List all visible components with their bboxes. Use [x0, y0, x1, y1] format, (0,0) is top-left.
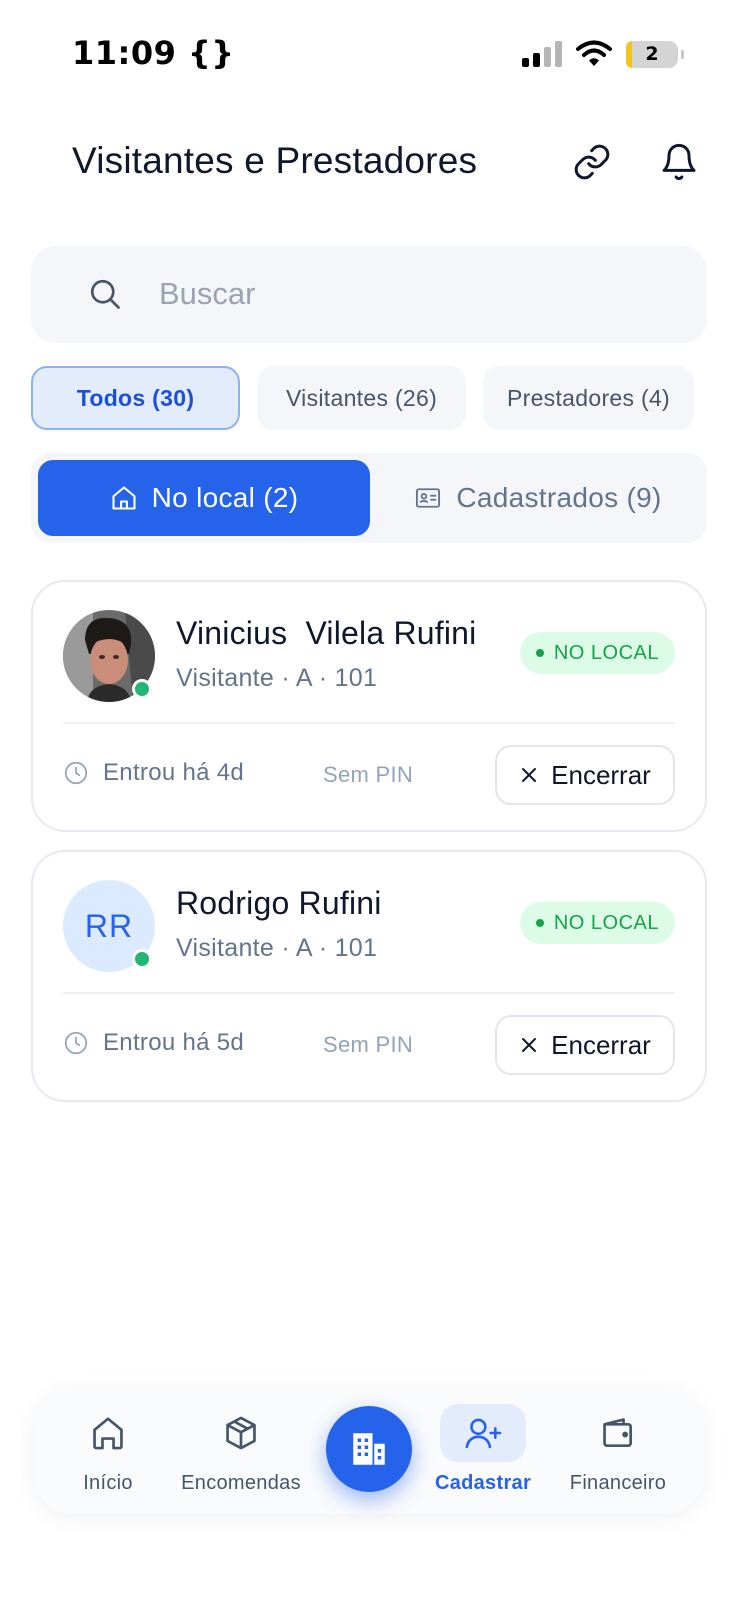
- visitor-card[interactable]: Vinicius Vilela Rufini Visitante · A · 1…: [31, 580, 707, 832]
- bell-icon[interactable]: [659, 142, 699, 182]
- clock-icon: [64, 1031, 88, 1055]
- person-subtitle: Visitante · A · 101: [176, 934, 378, 962]
- nav-label: Início: [83, 1472, 133, 1494]
- divider: [63, 722, 675, 724]
- status-badge-label: NO LOCAL: [553, 641, 659, 664]
- status-dot: [535, 919, 544, 927]
- end-visit-button[interactable]: Encerrar: [495, 1015, 675, 1075]
- visitor-card[interactable]: RR Rodrigo Rufini Visitante · A · 101 NO…: [31, 850, 707, 1102]
- nav-label: Encomendas: [181, 1472, 301, 1494]
- online-status-dot: [132, 949, 152, 969]
- screen: 11:09 {} 2 Visitantes e Prestadores Todo…: [0, 0, 738, 1600]
- link-icon[interactable]: [572, 142, 612, 182]
- status-dot: [535, 649, 544, 657]
- battery-level: 2: [645, 43, 659, 65]
- entry-time-label: Entrou há 5d: [103, 1029, 245, 1056]
- wifi-icon: [576, 40, 612, 66]
- filter-visitors-chip[interactable]: Visitantes (26): [257, 366, 466, 430]
- filter-all-chip[interactable]: Todos (30): [31, 366, 240, 430]
- end-visit-label: Encerrar: [551, 1029, 651, 1060]
- page-title: Visitantes e Prestadores: [72, 140, 478, 181]
- status-badge: NO LOCAL: [519, 632, 675, 674]
- segment-registered[interactable]: Cadastrados (9): [376, 460, 700, 536]
- filter-providers-chip[interactable]: Prestadores (4): [483, 366, 694, 430]
- segment-registered-label: Cadastrados (9): [456, 482, 662, 513]
- nav-item-register[interactable]: Cadastrar: [433, 1388, 533, 1514]
- entry-time: Entrou há 5d: [63, 1029, 244, 1057]
- pin-status: Sem PIN: [323, 1032, 414, 1057]
- clock-icon: [64, 761, 88, 785]
- end-visit-label: Encerrar: [551, 759, 651, 790]
- person-name: Rodrigo Rufini: [176, 885, 382, 921]
- entry-time-label: Entrou há 4d: [103, 759, 245, 786]
- divider: [63, 992, 675, 994]
- search-input[interactable]: [159, 266, 679, 322]
- person-subtitle: Visitante · A · 101: [176, 664, 378, 692]
- id-card-icon: [416, 488, 441, 508]
- wallet-icon: [603, 1418, 633, 1448]
- home-icon: [93, 1417, 123, 1450]
- building-icon: [353, 1433, 385, 1465]
- segmented-control: No local (2) Cadastrados (9): [31, 453, 707, 543]
- status-time: 11:09 {}: [72, 34, 235, 72]
- nav-label: Cadastrar: [434, 1472, 532, 1494]
- end-visit-button[interactable]: Encerrar: [495, 745, 675, 805]
- center-action-button[interactable]: [326, 1406, 412, 1492]
- nav-label: Financeiro: [569, 1472, 667, 1494]
- user-plus-icon: [465, 1418, 502, 1449]
- close-icon: [522, 1038, 537, 1052]
- status-icons: 2: [522, 40, 684, 68]
- signal-icon: [522, 41, 562, 67]
- nav-item-home[interactable]: Início: [63, 1388, 153, 1514]
- nav-item-packages[interactable]: Encomendas: [179, 1388, 303, 1514]
- home-icon: [112, 486, 136, 510]
- package-icon: [226, 1416, 256, 1450]
- segment-on-site-label: No local (2): [151, 482, 299, 513]
- online-status-dot: [132, 679, 152, 699]
- segment-on-site[interactable]: No local (2): [38, 460, 370, 536]
- status-badge-label: NO LOCAL: [553, 911, 659, 934]
- pin-status: Sem PIN: [323, 762, 414, 787]
- nav-item-finance[interactable]: Financeiro: [563, 1388, 673, 1514]
- search-icon: [90, 279, 120, 309]
- close-icon: [522, 768, 537, 782]
- status-badge: NO LOCAL: [519, 902, 675, 944]
- person-name: Vinicius Vilela Rufini: [176, 615, 477, 651]
- search-bar[interactable]: [31, 246, 707, 343]
- entry-time: Entrou há 4d: [63, 759, 244, 787]
- battery-icon: 2: [626, 40, 684, 68]
